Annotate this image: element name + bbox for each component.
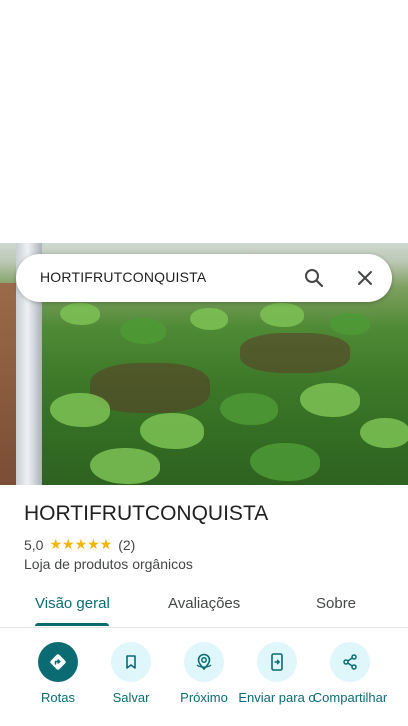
tab-reviews[interactable]: Avaliações bbox=[168, 595, 240, 612]
share-label: Compartilhar bbox=[312, 690, 388, 705]
photo-leaf bbox=[50, 393, 110, 427]
rating-value: 5,0 bbox=[24, 536, 44, 553]
place-title: HORTIFRUTCONQUISTA bbox=[24, 502, 269, 525]
photo-leaf bbox=[330, 313, 370, 335]
save-button[interactable]: Salvar bbox=[92, 640, 170, 705]
map-area[interactable] bbox=[0, 0, 408, 243]
photo-leaf bbox=[140, 413, 204, 449]
nearby-button[interactable]: Próximo bbox=[165, 640, 243, 705]
save-label: Salvar bbox=[112, 690, 150, 705]
photo-leaf bbox=[220, 393, 278, 425]
photo-soil bbox=[240, 333, 350, 373]
share-button[interactable]: Compartilhar bbox=[311, 640, 389, 705]
photo-leaf bbox=[120, 318, 166, 344]
rating-row[interactable]: 5,0 ★★★★★ (2) bbox=[24, 536, 135, 553]
place-category: Loja de produtos orgânicos bbox=[24, 556, 193, 572]
send-to-phone-icon bbox=[257, 642, 297, 682]
photo-leaf bbox=[60, 303, 100, 325]
photo-leaf bbox=[250, 443, 320, 481]
directions-label: Rotas bbox=[41, 690, 75, 705]
tab-overview[interactable]: Visão geral bbox=[35, 595, 110, 612]
photo-leaf bbox=[360, 418, 408, 448]
search-icon[interactable] bbox=[302, 266, 326, 290]
share-icon bbox=[330, 642, 370, 682]
tab-bar: Visão geral Avaliações Sobre bbox=[0, 585, 408, 628]
photo-leaf bbox=[90, 448, 160, 484]
review-count[interactable]: (2) bbox=[118, 537, 135, 553]
tab-about[interactable]: Sobre bbox=[316, 595, 356, 612]
bookmark-icon bbox=[111, 642, 151, 682]
search-input[interactable]: HORTIFRUTCONQUISTA bbox=[40, 269, 206, 285]
photo-leaf bbox=[300, 383, 360, 417]
active-tab-indicator bbox=[35, 623, 109, 626]
send-to-phone-button[interactable]: Enviar para o bbox=[238, 640, 316, 705]
nearby-icon bbox=[184, 642, 224, 682]
rating-stars: ★★★★★ bbox=[49, 536, 113, 552]
photo-leaf bbox=[260, 303, 304, 327]
send-to-phone-label: Enviar para o bbox=[238, 690, 316, 705]
nearby-label: Próximo bbox=[180, 690, 228, 705]
directions-button[interactable]: Rotas bbox=[19, 640, 97, 705]
action-bar: Rotas Salvar Próximo Enviar para o Compa… bbox=[0, 640, 408, 726]
directions-icon bbox=[38, 642, 78, 682]
search-bar[interactable]: HORTIFRUTCONQUISTA bbox=[16, 254, 392, 302]
close-icon[interactable] bbox=[353, 266, 377, 290]
photo-leaf bbox=[190, 308, 228, 330]
